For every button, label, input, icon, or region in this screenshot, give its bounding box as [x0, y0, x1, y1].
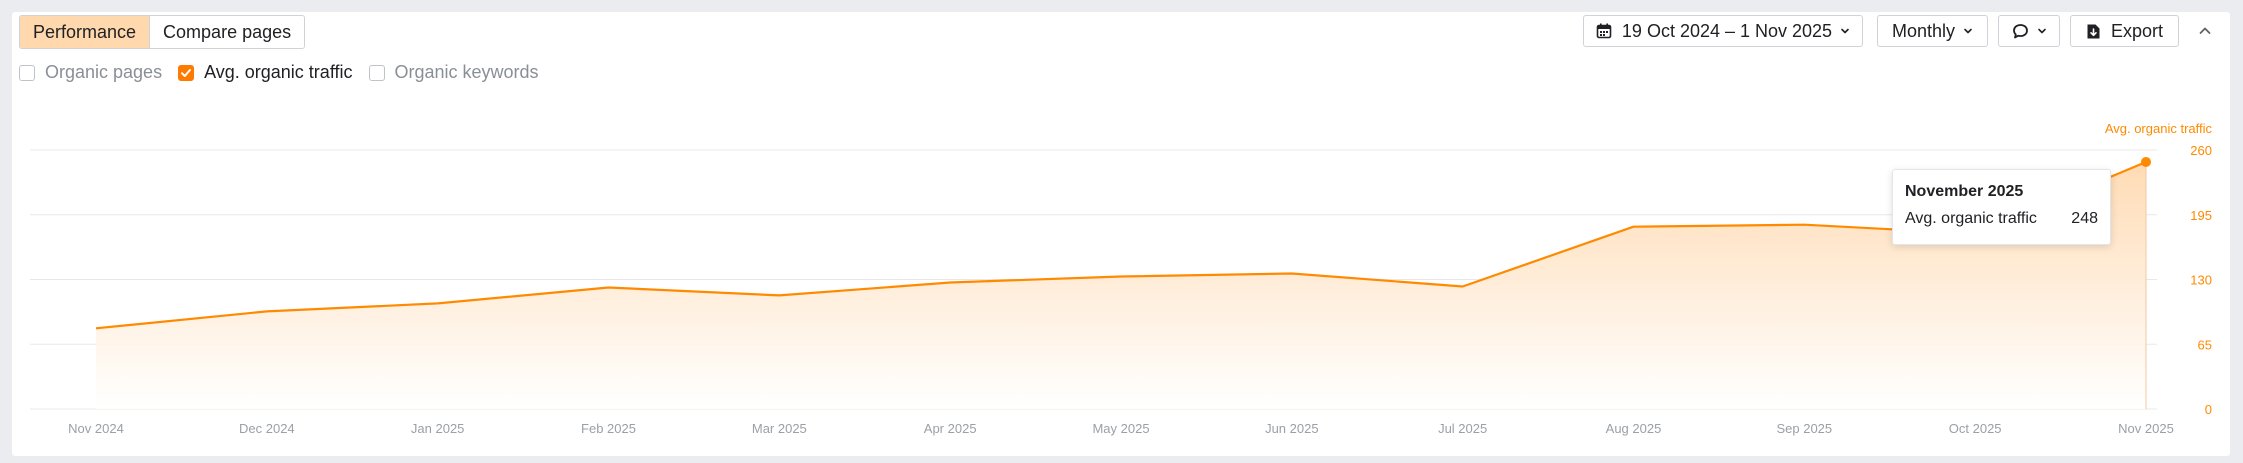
tooltip-value: 248	[2071, 210, 2098, 227]
x-tick-label: Feb 2025	[581, 421, 636, 436]
x-tick-label: Aug 2025	[1606, 421, 1662, 436]
x-tick-label: Apr 2025	[924, 421, 977, 436]
x-tick-label: Jun 2025	[1265, 421, 1319, 436]
y-tick-label: 65	[2198, 337, 2212, 352]
x-tick-label: Jan 2025	[411, 421, 465, 436]
y-tick-label: 195	[2190, 208, 2212, 223]
tooltip-title: November 2025	[1905, 183, 2024, 200]
chart-tooltip: November 2025 Avg. organic traffic 248	[1892, 169, 2111, 245]
x-tick-label: May 2025	[1092, 421, 1149, 436]
y-tick-label: 130	[2190, 273, 2212, 288]
x-tick-label: Jul 2025	[1438, 421, 1487, 436]
series-area	[96, 162, 2146, 409]
data-point	[2141, 156, 2151, 167]
x-tick-label: Oct 2025	[1949, 421, 2002, 436]
tooltip-label: Avg. organic traffic	[1905, 210, 2037, 227]
y-axis-title: Avg. organic traffic	[2105, 121, 2213, 136]
y-tick-label: 0	[2205, 402, 2212, 417]
x-tick-label: Nov 2025	[2118, 421, 2174, 436]
x-tick-label: Sep 2025	[1776, 421, 1832, 436]
x-tick-label: Mar 2025	[752, 421, 807, 436]
tooltip-row: Avg. organic traffic 248	[1905, 210, 2098, 228]
x-tick-label: Nov 2024	[68, 421, 124, 436]
x-tick-label: Dec 2024	[239, 421, 295, 436]
y-tick-label: 260	[2190, 143, 2212, 158]
